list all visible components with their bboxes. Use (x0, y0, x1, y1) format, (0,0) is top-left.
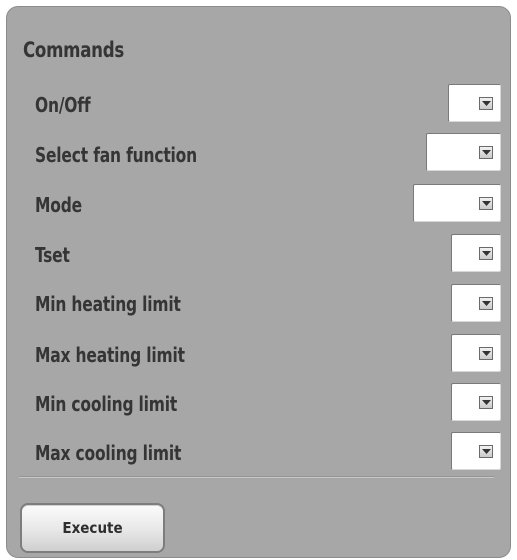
max-heating-limit-label: Max heating limit (35, 343, 185, 367)
min-cooling-limit-select[interactable] (451, 383, 501, 421)
on-off-select[interactable] (448, 84, 501, 122)
mode-label: Mode (35, 193, 82, 217)
min-cooling-limit-label: Min cooling limit (35, 392, 178, 416)
chevron-down-icon[interactable] (479, 97, 493, 110)
fan-function-label: Select fan function (35, 143, 197, 167)
tset-select[interactable] (451, 234, 501, 272)
chevron-down-icon[interactable] (479, 197, 493, 210)
max-cooling-limit-label: Max cooling limit (35, 441, 182, 465)
panel-title: Commands (23, 38, 125, 62)
min-heating-limit-label: Min heating limit (35, 292, 181, 316)
max-cooling-limit-select[interactable] (451, 432, 501, 470)
divider (19, 477, 494, 478)
max-heating-limit-select[interactable] (451, 334, 501, 372)
chevron-down-icon[interactable] (479, 297, 493, 310)
on-off-label: On/Off (35, 93, 91, 117)
chevron-down-icon[interactable] (479, 347, 493, 360)
execute-button[interactable]: Execute (20, 503, 165, 553)
fan-function-select[interactable] (426, 133, 501, 171)
chevron-down-icon[interactable] (479, 445, 493, 458)
tset-label: Tset (35, 243, 70, 267)
execute-button-label: Execute (62, 519, 123, 537)
chevron-down-icon[interactable] (479, 247, 493, 260)
chevron-down-icon[interactable] (479, 146, 493, 159)
commands-panel: Commands On/Off Select fan function Mode… (6, 6, 511, 558)
mode-select[interactable] (413, 184, 501, 222)
chevron-down-icon[interactable] (479, 396, 493, 409)
min-heating-limit-select[interactable] (451, 284, 501, 322)
